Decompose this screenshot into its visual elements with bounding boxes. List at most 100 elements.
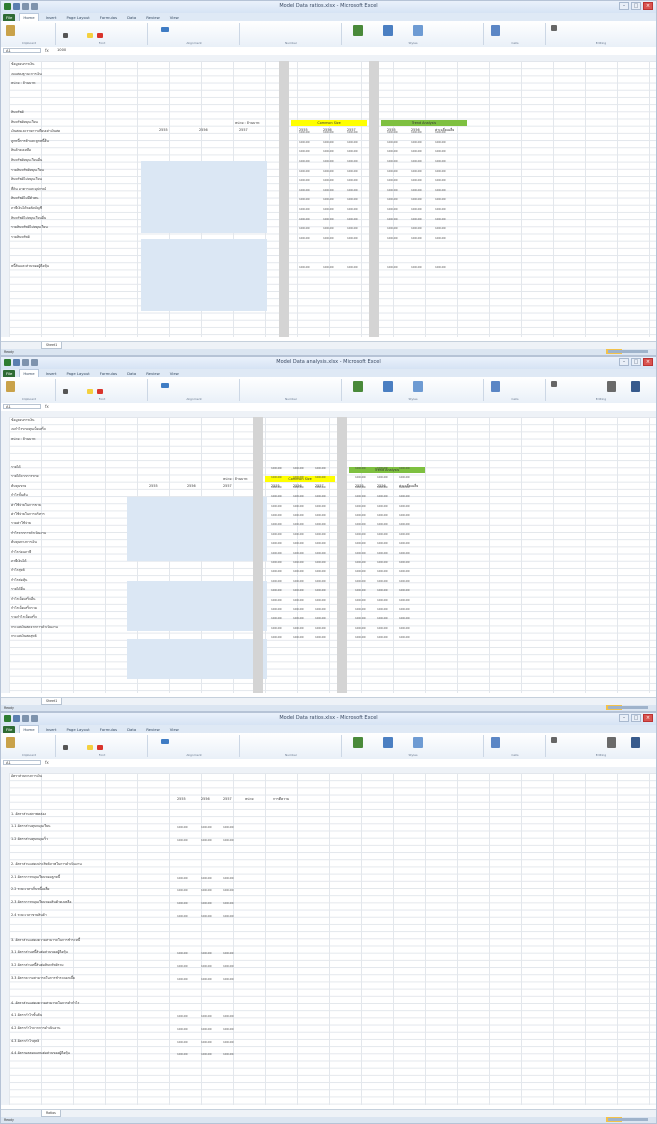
value-cell[interactable]: 100.00 — [323, 236, 334, 240]
value-cell[interactable]: 100.00 — [299, 265, 310, 269]
tab-page-layout[interactable]: Page Layout — [63, 726, 92, 733]
value-cell[interactable]: 100.00 — [347, 169, 358, 173]
value-cell[interactable]: 100.00 — [315, 607, 326, 611]
value-cell[interactable]: 100.00 — [315, 626, 326, 630]
value-cell[interactable]: 100.00 — [387, 226, 398, 230]
value-cell[interactable]: 100.00 — [399, 551, 410, 555]
value-cell[interactable]: 100.00 — [271, 579, 282, 583]
value-cell[interactable]: 100.00 — [355, 579, 366, 583]
value-cell[interactable]: 100.00 — [323, 188, 334, 192]
maximize-button[interactable]: □ — [631, 714, 641, 722]
font-color-icon[interactable] — [97, 33, 103, 38]
value-cell[interactable]: 100.00 — [347, 217, 358, 221]
tab-home[interactable]: Home — [19, 369, 39, 377]
value-cell[interactable]: 100.00 — [271, 485, 282, 489]
minimize-button[interactable]: – — [619, 714, 629, 722]
value-cell[interactable]: 100.00 — [435, 226, 446, 230]
value-cell[interactable]: 100.00 — [271, 588, 282, 592]
value-cell[interactable]: 100.00 — [271, 475, 282, 479]
value-cell[interactable]: 100.00 — [399, 598, 410, 602]
paste-icon[interactable] — [6, 25, 15, 36]
format-table-icon[interactable] — [383, 737, 393, 748]
bold-icon[interactable] — [63, 745, 68, 750]
close-button[interactable]: × — [643, 358, 653, 366]
value-cell[interactable]: 100.00 — [177, 1040, 188, 1044]
fx-icon[interactable]: fx — [45, 48, 49, 53]
value-cell[interactable]: 100.00 — [355, 504, 366, 508]
value-cell[interactable]: 100.00 — [435, 188, 446, 192]
value-cell[interactable]: 100.00 — [355, 551, 366, 555]
value-cell[interactable]: 100.00 — [399, 532, 410, 536]
value-cell[interactable]: 100.00 — [293, 569, 304, 573]
value-cell[interactable]: 100.00 — [435, 130, 446, 134]
fx-icon[interactable]: fx — [45, 760, 49, 765]
value-cell[interactable]: 100.00 — [315, 513, 326, 517]
conditional-format-icon[interactable] — [353, 737, 363, 748]
close-button[interactable]: × — [643, 714, 653, 722]
value-cell[interactable]: 100.00 — [323, 178, 334, 182]
value-cell[interactable]: 100.00 — [377, 494, 388, 498]
value-cell[interactable]: 100.00 — [223, 977, 234, 981]
value-cell[interactable]: 100.00 — [293, 475, 304, 479]
sort-filter-icon[interactable] — [607, 381, 616, 392]
value-cell[interactable]: 100.00 — [435, 265, 446, 269]
value-cell[interactable]: 100.00 — [355, 485, 366, 489]
value-cell[interactable]: 100.00 — [299, 140, 310, 144]
value-cell[interactable]: 100.00 — [399, 513, 410, 517]
value-cell[interactable]: 100.00 — [377, 616, 388, 620]
value-cell[interactable]: 100.00 — [355, 569, 366, 573]
value-cell[interactable]: 100.00 — [293, 485, 304, 489]
value-cell[interactable]: 100.00 — [347, 188, 358, 192]
value-cell[interactable]: 100.00 — [223, 964, 234, 968]
value-cell[interactable]: 100.00 — [177, 901, 188, 905]
value-cell[interactable]: 100.00 — [411, 217, 422, 221]
value-cell[interactable]: 100.00 — [377, 626, 388, 630]
value-cell[interactable]: 100.00 — [435, 140, 446, 144]
value-cell[interactable]: 100.00 — [323, 130, 334, 134]
value-cell[interactable]: 100.00 — [223, 1027, 234, 1031]
value-cell[interactable]: 100.00 — [201, 1014, 212, 1018]
value-cell[interactable]: 100.00 — [223, 888, 234, 892]
value-cell[interactable]: 100.00 — [377, 513, 388, 517]
value-cell[interactable]: 100.00 — [315, 616, 326, 620]
value-cell[interactable]: 100.00 — [201, 1040, 212, 1044]
value-cell[interactable]: 100.00 — [435, 236, 446, 240]
value-cell[interactable]: 100.00 — [355, 541, 366, 545]
value-cell[interactable]: 100.00 — [399, 475, 410, 479]
value-cell[interactable]: 100.00 — [399, 466, 410, 470]
tab-formulas[interactable]: Formulas — [97, 370, 120, 377]
value-cell[interactable]: 100.00 — [411, 265, 422, 269]
value-cell[interactable]: 100.00 — [399, 588, 410, 592]
value-cell[interactable]: 100.00 — [293, 626, 304, 630]
tab-view[interactable]: View — [167, 14, 182, 21]
value-cell[interactable]: 100.00 — [299, 178, 310, 182]
value-cell[interactable]: 100.00 — [387, 265, 398, 269]
value-cell[interactable]: 100.00 — [347, 149, 358, 153]
merge-icon[interactable] — [161, 739, 169, 744]
value-cell[interactable]: 100.00 — [435, 217, 446, 221]
tab-home[interactable]: Home — [19, 725, 39, 733]
value-cell[interactable]: 100.00 — [271, 626, 282, 630]
value-cell[interactable]: 100.00 — [293, 513, 304, 517]
value-cell[interactable]: 100.00 — [299, 188, 310, 192]
value-cell[interactable]: 100.00 — [411, 226, 422, 230]
tab-file[interactable]: File — [3, 725, 16, 733]
value-cell[interactable]: 100.00 — [387, 207, 398, 211]
value-cell[interactable]: 100.00 — [355, 626, 366, 630]
value-cell[interactable]: 100.00 — [355, 494, 366, 498]
value-cell[interactable]: 100.00 — [377, 541, 388, 545]
value-cell[interactable]: 100.00 — [223, 901, 234, 905]
value-cell[interactable]: 100.00 — [355, 532, 366, 536]
insert-cells-icon[interactable] — [491, 381, 500, 392]
value-cell[interactable]: 100.00 — [315, 551, 326, 555]
value-cell[interactable]: 100.00 — [271, 504, 282, 508]
value-cell[interactable]: 100.00 — [201, 1052, 212, 1056]
name-box[interactable]: A1 — [3, 404, 41, 409]
value-cell[interactable]: 100.00 — [223, 914, 234, 918]
value-cell[interactable]: 100.00 — [271, 569, 282, 573]
value-cell[interactable]: 100.00 — [435, 197, 446, 201]
tab-page-layout[interactable]: Page Layout — [63, 370, 92, 377]
value-cell[interactable]: 100.00 — [201, 977, 212, 981]
value-cell[interactable]: 100.00 — [299, 130, 310, 134]
cells-area[interactable]: Common Size Trend Analysis หน่วย : ล้านบ… — [9, 417, 656, 693]
